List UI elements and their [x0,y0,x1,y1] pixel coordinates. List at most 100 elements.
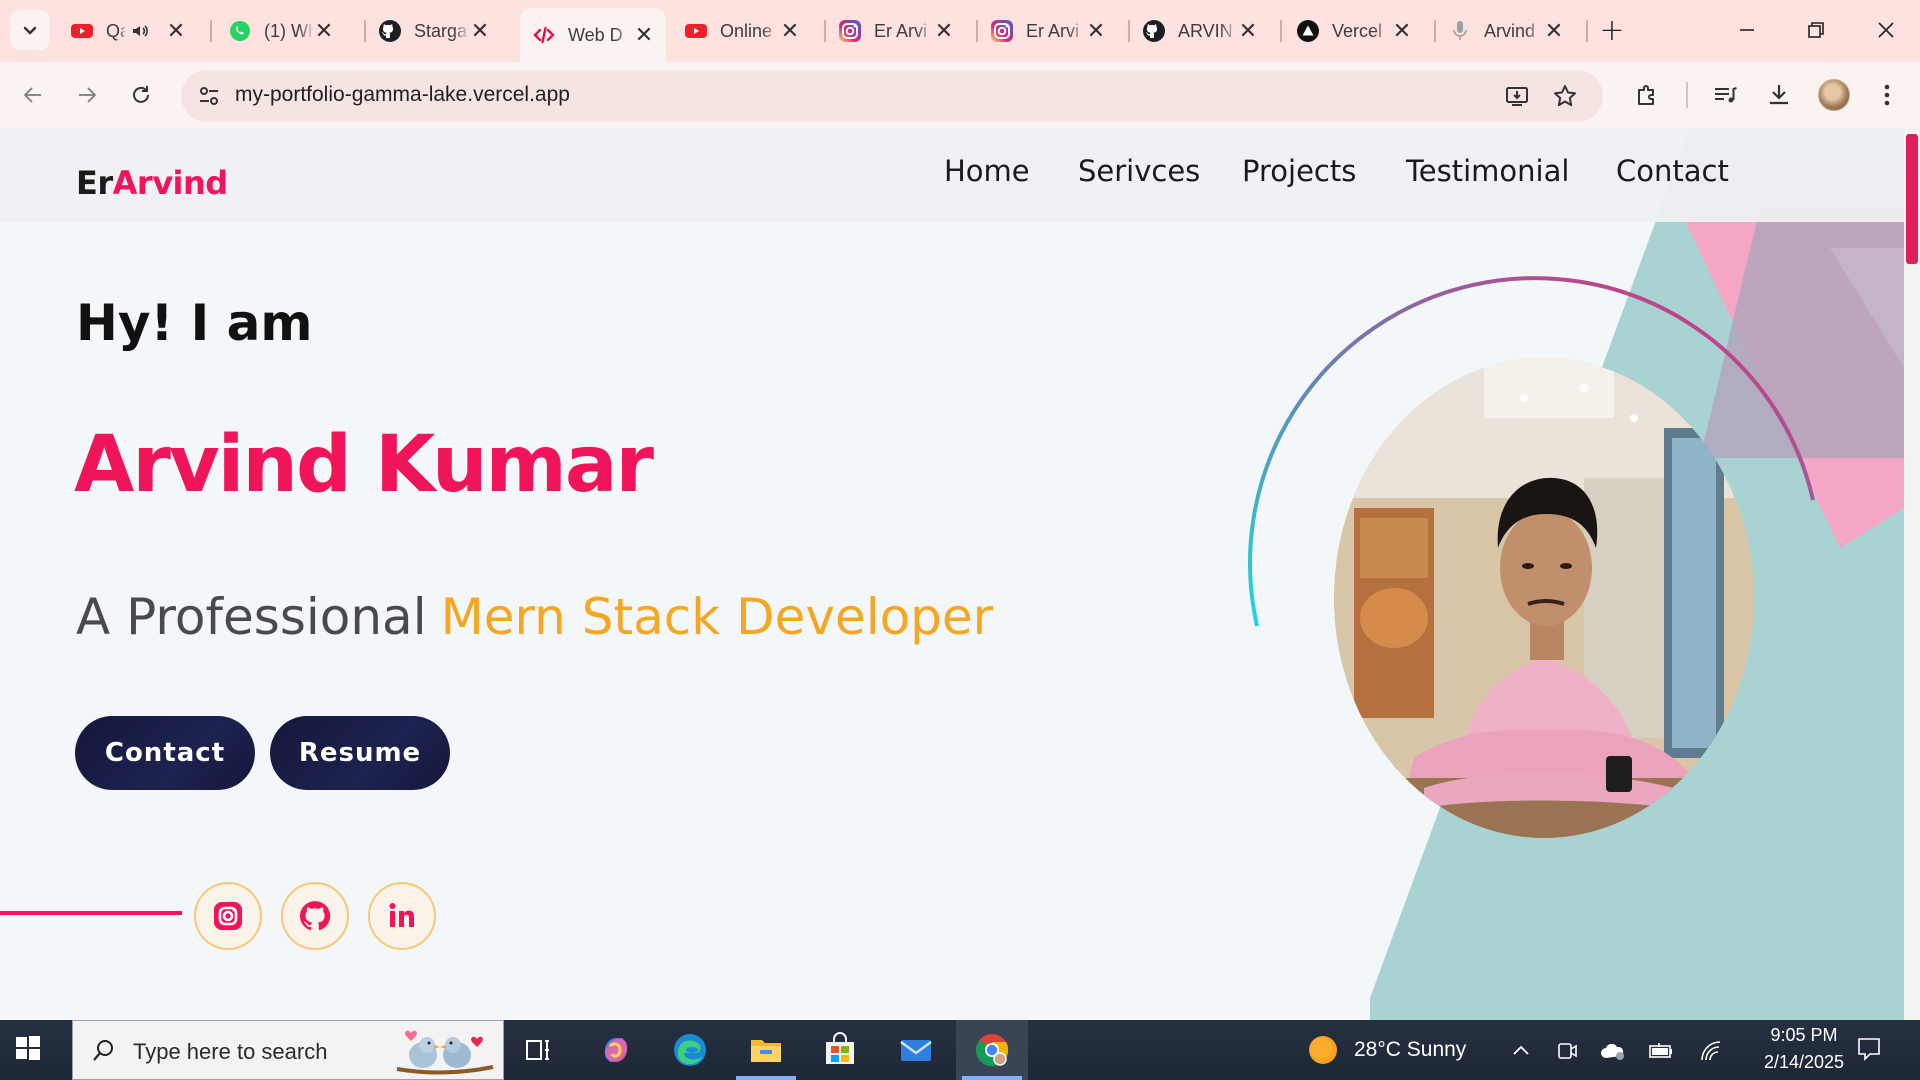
task-view-button[interactable] [518,1030,558,1070]
bookmark-star-icon[interactable] [1551,82,1579,110]
site-settings-icon[interactable] [197,84,221,108]
close-icon[interactable]: ✕ [1392,18,1412,44]
onedrive-icon[interactable] [1600,1038,1626,1064]
new-tab-button[interactable]: + [1592,10,1632,50]
extensions-button[interactable] [1630,78,1664,112]
tab-youtube-online[interactable]: Online ✕ [672,8,812,54]
instagram-link[interactable] [194,882,262,950]
search-icon [93,1040,113,1061]
battery-icon[interactable] [1648,1038,1674,1064]
vercel-icon [1296,19,1320,43]
edge-app[interactable] [670,1030,710,1070]
chat-bubble-icon [1858,1038,1880,1061]
notifications-button[interactable] [1856,1036,1882,1062]
arrow-right-icon [79,87,97,103]
close-window-button[interactable] [1866,10,1906,50]
minimize-button[interactable] [1727,10,1767,50]
tab-title: (1) Wh [264,20,314,41]
nav-contact[interactable]: Contact [1616,154,1729,188]
first-name: Arvind [74,420,352,510]
toolbar-divider [1686,82,1688,108]
tab-whatsapp[interactable]: (1) Wh ✕ [216,8,346,54]
close-icon[interactable]: ✕ [1238,18,1258,44]
close-icon[interactable]: ✕ [470,18,490,44]
clock-date[interactable]: 2/14/2025 [1744,1052,1864,1073]
windows-taskbar: Type here to search 28°C Sunny 9:05 PM 2… [0,1020,1920,1080]
tab-arvind-audio[interactable]: Arvind ✕ [1436,8,1576,54]
tab-github-starga[interactable]: Starga ✕ [366,8,502,54]
contact-button[interactable]: Contact [75,716,255,790]
store-app[interactable] [820,1030,860,1070]
back-button[interactable] [16,78,50,112]
tab-search-button[interactable] [10,10,50,50]
close-icon[interactable]: ✕ [634,22,654,48]
chrome-app[interactable] [972,1030,1012,1070]
nav-services[interactable]: Serivces [1078,154,1200,188]
resume-button[interactable]: Resume [270,716,450,790]
linkedin-link[interactable] [368,882,436,950]
weather-sun-icon[interactable] [1306,1033,1340,1067]
hero-greeting: Hy! I am [76,294,313,352]
wifi-icon[interactable] [1698,1038,1724,1064]
tab-title: Starga [414,20,468,41]
tagline-prefix: A Professional [76,588,427,646]
tab-separator [210,20,212,42]
profile-avatar[interactable] [1818,79,1850,111]
mail-app[interactable] [896,1030,936,1070]
speaker-icon[interactable] [130,21,150,41]
tab-youtube-qa[interactable]: Qa ✕ [58,8,208,54]
tab-instagram-1[interactable]: Er Arvi ✕ [826,8,966,54]
forward-button[interactable] [70,78,104,112]
browser-toolbar: my-portfolio-gamma-lake.vercel.app [0,62,1920,128]
browser-menu-button[interactable] [1870,78,1904,112]
tab-instagram-2[interactable]: Er Arvi ✕ [978,8,1118,54]
show-hidden-icons-button[interactable] [1508,1038,1534,1064]
file-explorer-app[interactable] [746,1030,786,1070]
tab-title: Qa [106,20,126,41]
clock-time[interactable]: 9:05 PM [1754,1025,1854,1046]
linkedin-icon [389,903,414,927]
close-icon[interactable]: ✕ [314,18,334,44]
mail-icon [900,1040,932,1061]
meet-now-icon[interactable] [1554,1038,1580,1064]
github-icon [299,901,331,931]
taskbar-search[interactable]: Type here to search [72,1020,504,1080]
install-app-icon[interactable] [1503,82,1531,110]
site-logo[interactable]: ErArvind [76,164,228,202]
instagram-icon [214,902,242,930]
tab-github-arvind[interactable]: ARVIN ✕ [1130,8,1270,54]
tab-vercel[interactable]: Vercel ✕ [1284,8,1424,54]
url-text[interactable]: my-portfolio-gamma-lake.vercel.app [235,83,570,107]
scrollbar-thumb[interactable] [1906,134,1918,264]
running-indicator [962,1076,1022,1080]
tab-title: Vercel [1332,20,1383,41]
nav-testimonial[interactable]: Testimonial [1406,154,1569,188]
close-icon[interactable]: ✕ [1086,18,1106,44]
nav-home[interactable]: Home [944,154,1030,188]
page-scrollbar[interactable] [1904,128,1920,1020]
tab-title: Arvind [1484,20,1536,41]
code-icon [532,23,556,47]
nav-projects[interactable]: Projects [1242,154,1356,188]
hero-name: Arvind Kumar [74,420,654,510]
youtube-icon [684,19,708,43]
social-divider-line [0,911,182,915]
downloads-button[interactable] [1762,78,1796,112]
reload-button[interactable] [124,78,158,112]
restore-button[interactable] [1796,10,1836,50]
weather-text[interactable]: 28°C Sunny [1354,1038,1466,1062]
tab-web-dev-active[interactable]: Web D ✕ [520,8,666,62]
last-name: Kumar [374,420,654,510]
close-icon[interactable]: ✕ [934,18,954,44]
search-placeholder: Type here to search [133,1039,328,1064]
copilot-app[interactable] [596,1030,636,1070]
github-link[interactable] [281,882,349,950]
start-button[interactable] [14,1034,46,1066]
close-icon[interactable]: ✕ [1544,18,1564,44]
task-view-icon [526,1040,549,1060]
close-icon[interactable]: ✕ [166,18,186,44]
media-controls-button[interactable] [1708,78,1742,112]
arrow-left-icon [23,87,41,103]
close-icon[interactable]: ✕ [780,18,800,44]
address-bar[interactable]: my-portfolio-gamma-lake.vercel.app [181,70,1603,122]
